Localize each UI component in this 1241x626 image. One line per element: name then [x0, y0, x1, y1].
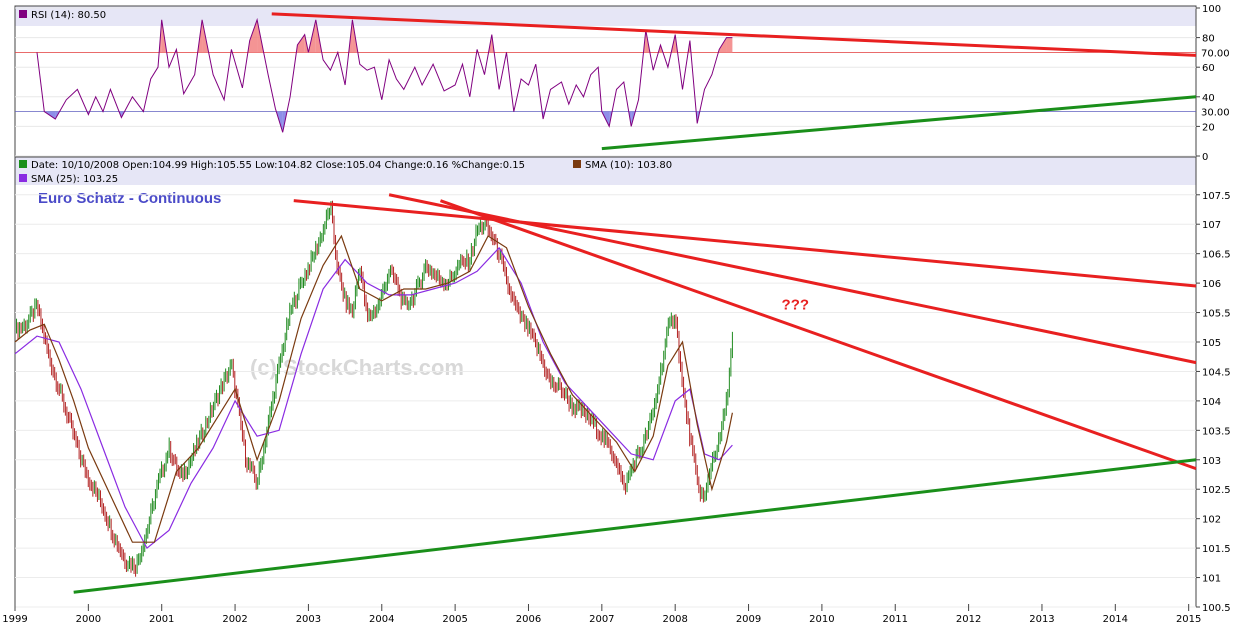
rsi-tick-label: 0: [1202, 152, 1208, 163]
year-tick-label: 2010: [809, 614, 834, 625]
sma25-legend-label: SMA (25): 103.25: [31, 174, 118, 185]
rsi-tick-label: 100: [1202, 4, 1221, 15]
price-tick-label: 107.5: [1202, 191, 1231, 202]
price-tick-label: 102: [1202, 515, 1221, 526]
rsi-overbought-label: 70.00: [1201, 48, 1230, 59]
year-tick-label: 2008: [662, 614, 687, 625]
year-tick-label: 2011: [883, 614, 908, 625]
price-tick-label: 105: [1202, 338, 1221, 349]
price-legend-swatch: [19, 160, 27, 168]
rsi-legend: RSI (14): 80.50: [19, 10, 106, 21]
price-tick-label: 101: [1202, 574, 1221, 585]
year-tick-label: 2002: [222, 614, 247, 625]
price-tick-label: 103.5: [1202, 426, 1231, 437]
rsi-legend-swatch: [19, 10, 27, 18]
year-tick-label: 2007: [589, 614, 614, 625]
year-tick-label: 2014: [1103, 614, 1128, 625]
annotation-question-marks: ???: [782, 297, 810, 314]
year-tick-label: 2001: [149, 614, 174, 625]
price-tick-label: 104.5: [1202, 367, 1231, 378]
price-tick-label: 101.5: [1202, 544, 1231, 555]
rsi-legend-label: RSI (14): 80.50: [31, 10, 106, 21]
chart-root: RSI (14): 80.50 0 20 40 60 80 100 70.00 30.00…: [0, 0, 1241, 626]
rsi-legend-band: [15, 6, 1196, 26]
year-tick-label: 2000: [76, 614, 101, 625]
chart-title: Euro Schatz - Continuous: [38, 190, 221, 207]
price-tick-label: 105.5: [1202, 309, 1231, 320]
price-tick-label: 103: [1202, 456, 1221, 467]
year-tick-label: 2003: [296, 614, 321, 625]
price-tick-label: 106.5: [1202, 250, 1231, 261]
year-tick-label: 2015: [1176, 614, 1201, 625]
rsi-oversold-label: 30.00: [1201, 108, 1230, 119]
sma25-legend-swatch: [19, 174, 27, 182]
price-tick-label: 100.5: [1202, 603, 1231, 614]
price-legend-date-label: Date: 10/10/2008 Open:104.99 High:105.55…: [31, 160, 525, 171]
price-tick-label: 107: [1202, 220, 1221, 231]
rsi-tick-label: 60: [1202, 63, 1215, 74]
rsi-tick-label: 40: [1202, 93, 1215, 104]
year-tick-label: 1999: [2, 614, 27, 625]
sma10-legend-label: SMA (10): 103.80: [585, 160, 672, 171]
year-tick-label: 2004: [369, 614, 394, 625]
year-tick-label: 2005: [442, 614, 467, 625]
price-tick-label: 106: [1202, 279, 1221, 290]
year-tick-label: 2006: [516, 614, 541, 625]
rsi-tick-label: 80: [1202, 34, 1215, 45]
sma10-legend-swatch: [573, 160, 581, 168]
chart-svg: RSI (14): 80.50 0 20 40 60 80 100 70.00 30.00…: [0, 0, 1241, 626]
year-tick-label: 2013: [1029, 614, 1054, 625]
year-tick-label: 2009: [736, 614, 761, 625]
rsi-tick-label: 20: [1202, 122, 1215, 133]
rsi-overbought-fill: [726, 37, 733, 53]
price-tick-label: 104: [1202, 397, 1221, 408]
year-tick-label: 2012: [956, 614, 981, 625]
price-tick-label: 102.5: [1202, 485, 1231, 496]
